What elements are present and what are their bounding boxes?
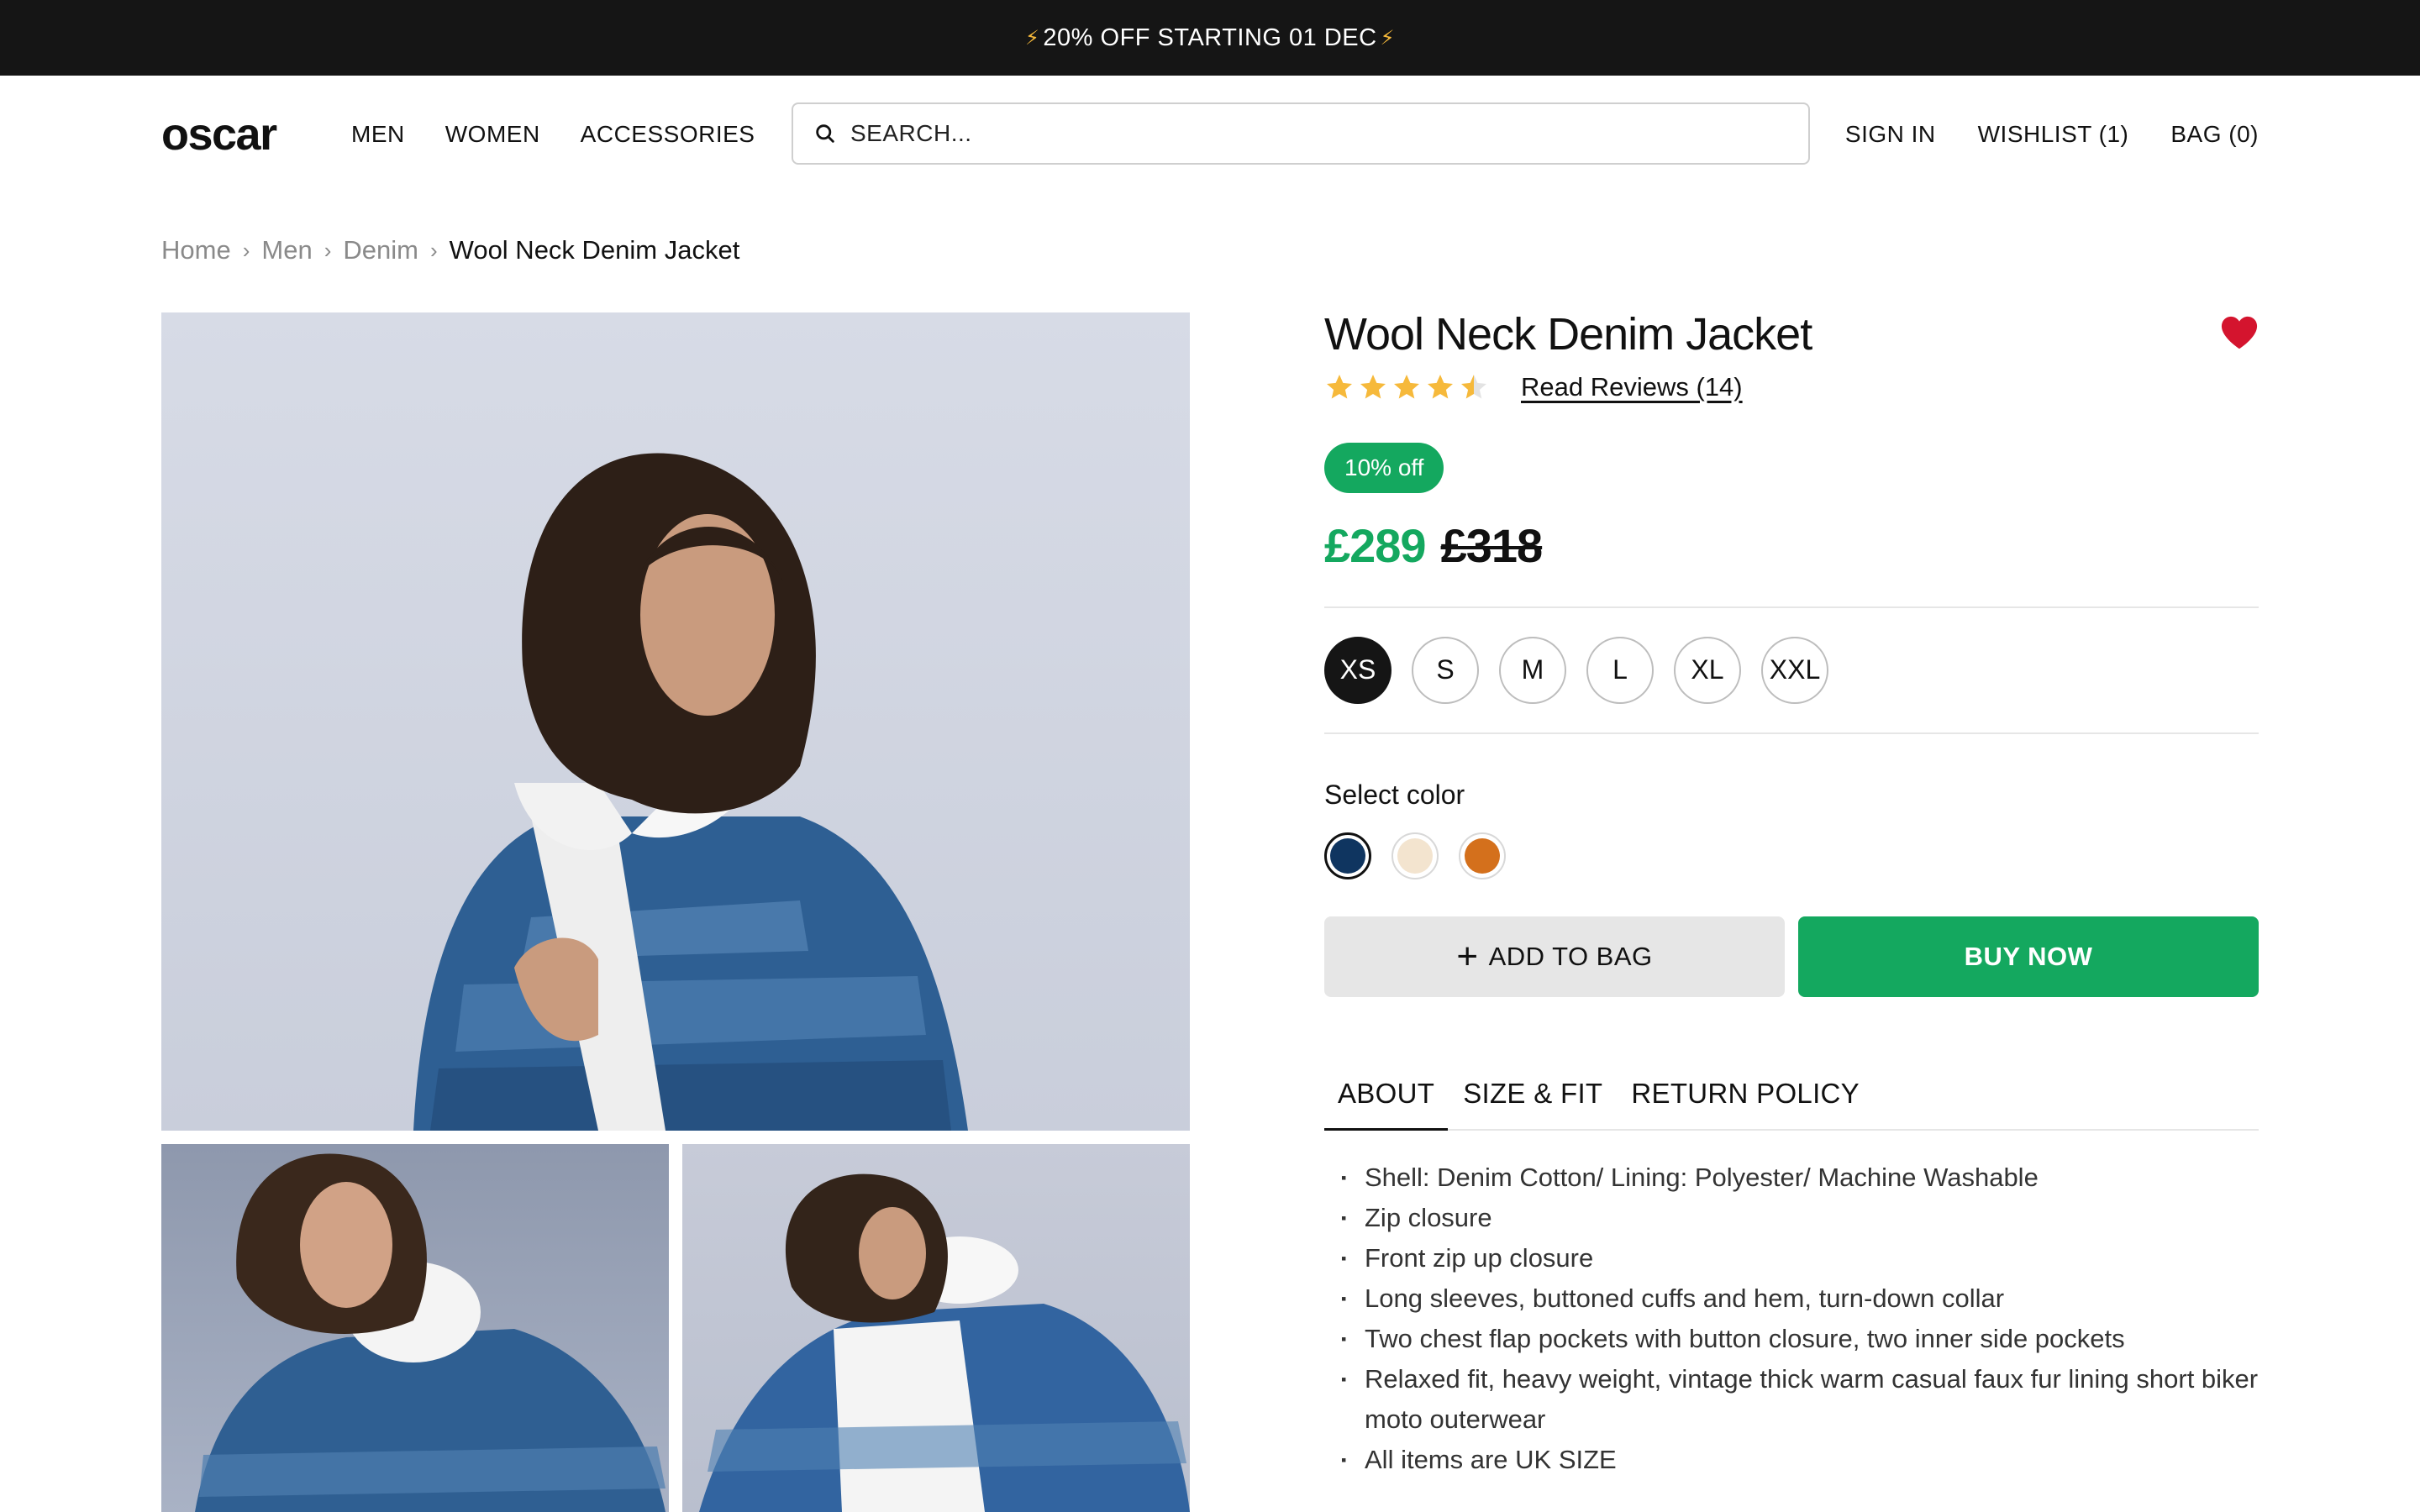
nav-links: MEN WOMEN ACCESSORIES (351, 121, 755, 148)
chevron-right-icon: › (242, 237, 250, 263)
color-selector (1324, 832, 2259, 879)
divider (1324, 732, 2259, 734)
color-swatch-orange[interactable] (1459, 832, 1506, 879)
size-selector: XS S M L XL XXL (1324, 608, 2259, 732)
tab-about[interactable]: ABOUT (1324, 1078, 1449, 1131)
nav-item-women[interactable]: WOMEN (445, 121, 540, 148)
star-icon (1461, 374, 1486, 399)
list-item: Two chest flap pockets with button closu… (1324, 1319, 2259, 1359)
list-item: Shell: Denim Cotton/ Lining: Polyester/ … (1324, 1158, 2259, 1198)
product-title: Wool Neck Denim Jacket (1324, 309, 1812, 360)
list-item: Relaxed fit, heavy weight, vintage thick… (1324, 1359, 2259, 1440)
list-item: Zip closure (1324, 1198, 2259, 1238)
swatch-fill (1465, 837, 1500, 874)
logo[interactable]: oscar (161, 112, 351, 157)
tab-return-policy[interactable]: RETURN POLICY (1618, 1078, 1873, 1129)
model-illustration (413, 453, 968, 1131)
nav-item-men[interactable]: MEN (351, 121, 405, 148)
bolt-icon: ⚡ (1380, 26, 1395, 50)
price: £289 £318 (1324, 518, 2259, 573)
breadcrumb-home[interactable]: Home (161, 235, 231, 265)
model-illustration (195, 1153, 666, 1512)
bag-link[interactable]: BAG (0) (2170, 121, 2259, 148)
buy-now-button[interactable]: BUY NOW (1798, 916, 2259, 997)
bolt-icon: ⚡ (1025, 26, 1040, 50)
swatch-fill (1397, 837, 1433, 874)
breadcrumb-denim[interactable]: Denim (343, 235, 418, 265)
size-option-xxl[interactable]: XXL (1761, 636, 1828, 704)
add-to-bag-label: ADD TO BAG (1488, 941, 1653, 971)
size-option-m[interactable]: M (1499, 636, 1566, 704)
promo-text: 20% OFF STARTING 01 DEC (1043, 24, 1377, 51)
size-option-xl[interactable]: XL (1674, 636, 1741, 704)
about-list: Shell: Denim Cotton/ Lining: Polyester/ … (1324, 1158, 2259, 1480)
product-info: Wool Neck Denim Jacket Read Reviews (14)… (1324, 307, 2259, 1480)
star-icon (1428, 374, 1453, 399)
breadcrumb-current: Wool Neck Denim Jacket (449, 235, 740, 265)
size-option-s[interactable]: S (1412, 636, 1479, 704)
search-input[interactable] (850, 120, 1775, 147)
account-links: SIGN IN WISHLIST (1) BAG (0) (1845, 102, 2259, 166)
search-icon (816, 124, 834, 143)
size-option-l[interactable]: L (1586, 636, 1654, 704)
heart-icon[interactable] (2220, 314, 2259, 351)
list-item: Long sleeves, buttoned cuffs and hem, tu… (1324, 1278, 2259, 1319)
product-main-image[interactable] (161, 312, 1190, 1131)
promo-banner: ⚡ 20% OFF STARTING 01 DEC ⚡ (0, 0, 2420, 76)
product-thumbnail-1[interactable] (161, 1144, 669, 1512)
breadcrumb-men[interactable]: Men (261, 235, 312, 265)
star-rating (1324, 372, 1489, 402)
rating-row: Read Reviews (14) (1324, 372, 2259, 402)
color-label: Select color (1324, 779, 1465, 810)
nav-item-accessories[interactable]: ACCESSORIES (581, 121, 755, 148)
color-swatch-cream[interactable] (1392, 832, 1439, 879)
wishlist-link[interactable]: WISHLIST (1) (1978, 121, 2129, 148)
read-reviews-link[interactable]: Read Reviews (14) (1521, 372, 1743, 402)
star-icon (1327, 374, 1352, 399)
search-bar[interactable] (792, 102, 1810, 165)
chevron-right-icon: › (324, 237, 332, 263)
plus-icon: + (1456, 935, 1479, 977)
tab-size-fit[interactable]: SIZE & FIT (1449, 1078, 1616, 1129)
color-swatch-navy[interactable] (1324, 832, 1371, 879)
original-price: £318 (1440, 518, 1544, 572)
list-item: All items are UK SIZE (1324, 1440, 2259, 1480)
star-icon (1360, 374, 1386, 399)
add-to-bag-button[interactable]: + ADD TO BAG (1324, 916, 1785, 997)
product-thumbnail-2[interactable] (682, 1144, 1190, 1512)
main-navigation: oscar MEN WOMEN ACCESSORIES SIGN IN WISH… (161, 102, 2259, 166)
chevron-right-icon: › (429, 237, 438, 263)
purchase-actions: + ADD TO BAG BUY NOW (1324, 916, 2259, 997)
product-tabs: ABOUT SIZE & FIT RETURN POLICY (1324, 1078, 2259, 1131)
size-option-xs[interactable]: XS (1324, 636, 1392, 704)
star-icon (1394, 374, 1419, 399)
model-illustration (699, 1173, 1190, 1512)
breadcrumb: Home › Men › Denim › Wool Neck Denim Jac… (161, 235, 739, 265)
discount-badge: 10% off (1324, 442, 1444, 493)
swatch-fill (1330, 837, 1365, 874)
list-item: Front zip up closure (1324, 1238, 2259, 1278)
sale-price: £289 (1324, 518, 1427, 572)
sign-in-link[interactable]: SIGN IN (1845, 121, 1936, 148)
